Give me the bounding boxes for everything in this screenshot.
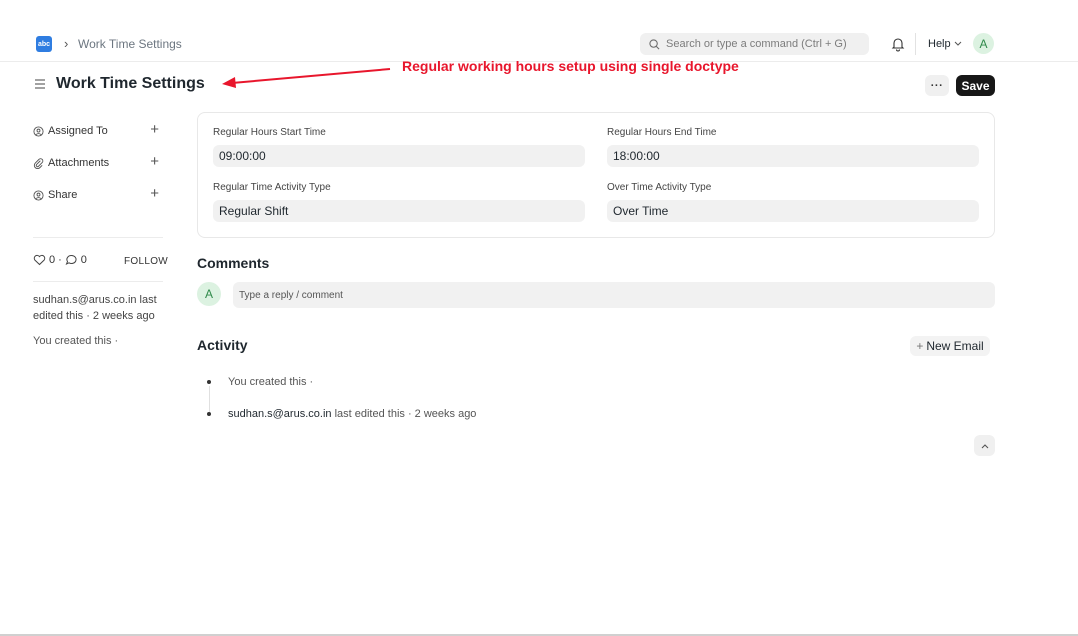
more-actions-button[interactable]: ···: [925, 75, 949, 96]
sidebar-item-label: Share: [48, 189, 78, 201]
new-email-label: New Email: [926, 339, 984, 353]
sidebar-toggle-icon[interactable]: [33, 77, 47, 91]
help-dropdown[interactable]: Help: [928, 38, 962, 50]
help-label: Help: [928, 38, 951, 50]
activity-text: You created this ·: [228, 376, 314, 388]
sidebar-item-share[interactable]: Share +: [33, 186, 161, 204]
activity-item: sudhan.s@arus.co.in last edited this · 2…: [228, 408, 476, 420]
created-info: You created this ·: [33, 335, 119, 347]
end-time-field[interactable]: [607, 145, 979, 167]
comment-count: 0: [80, 254, 87, 266]
sidebar-item-label: Attachments: [48, 157, 110, 169]
breadcrumb-work-time-settings[interactable]: Work Time Settings: [78, 37, 182, 51]
separator-dot: ·: [58, 254, 62, 266]
app-logo[interactable]: abc: [36, 36, 52, 52]
sidebar-item-attachments[interactable]: Attachments +: [33, 154, 161, 172]
sidebar-divider: [33, 237, 163, 238]
search-input[interactable]: [666, 38, 866, 50]
add-attachment-icon[interactable]: +: [150, 154, 159, 169]
overtime-activity-field[interactable]: [607, 200, 979, 222]
timeline-dot: [207, 380, 211, 384]
scroll-to-top-button[interactable]: [974, 435, 995, 456]
start-time-field[interactable]: [213, 145, 585, 167]
heart-icon[interactable]: [33, 254, 46, 266]
page-title: Work Time Settings: [56, 75, 205, 92]
save-button[interactable]: Save: [956, 75, 995, 96]
plus-icon: +: [916, 339, 924, 353]
chevron-down-icon: [954, 41, 961, 46]
sidebar-divider: [33, 281, 163, 282]
start-time-label: Regular Hours Start Time: [213, 127, 326, 138]
paperclip-icon: [33, 157, 44, 169]
end-time-label: Regular Hours End Time: [607, 127, 717, 138]
notification-bell-icon[interactable]: [890, 36, 906, 52]
comment-avatar: A: [197, 282, 221, 306]
activity-user: sudhan.s@arus.co.in: [228, 408, 332, 420]
engagement-stats: 0 · 0: [33, 254, 87, 266]
comment-input[interactable]: [233, 282, 995, 308]
follow-button[interactable]: FOLLOW: [124, 256, 168, 267]
chevron-up-icon: [981, 443, 988, 448]
user-avatar[interactable]: A: [973, 33, 994, 54]
comments-title: Comments: [197, 255, 270, 271]
breadcrumb-chevron-icon: ›: [64, 36, 69, 51]
regular-activity-field[interactable]: [213, 200, 585, 222]
sidebar-item-label: Assigned To: [48, 125, 108, 137]
search-bar[interactable]: [640, 33, 869, 55]
last-edited-info: sudhan.s@arus.co.in last edited this · 2…: [33, 294, 157, 322]
regular-activity-label: Regular Time Activity Type: [213, 182, 331, 193]
activity-item: You created this ·: [228, 376, 313, 388]
top-navbar: abc › Work Time Settings Help A: [0, 26, 1078, 62]
share-user-icon: [33, 189, 44, 201]
new-email-button[interactable]: + New Email: [910, 336, 990, 356]
search-icon: [649, 38, 660, 49]
like-count: 0: [49, 254, 56, 266]
overtime-activity-label: Over Time Activity Type: [607, 182, 712, 193]
sidebar-item-assigned-to[interactable]: Assigned To +: [33, 122, 161, 140]
assign-user-icon: [33, 125, 44, 137]
add-assignment-icon[interactable]: +: [150, 122, 159, 137]
annotation-arrow: [222, 68, 391, 88]
add-share-icon[interactable]: +: [150, 186, 159, 201]
comment-icon[interactable]: [65, 254, 78, 266]
activity-text: last edited this · 2 weeks ago: [331, 408, 477, 420]
activity-title: Activity: [197, 337, 248, 353]
timeline-line: [209, 386, 210, 412]
timeline-dot: [207, 412, 211, 416]
annotation-text: Regular working hours setup using single…: [402, 58, 739, 74]
navbar-divider: [915, 33, 916, 55]
